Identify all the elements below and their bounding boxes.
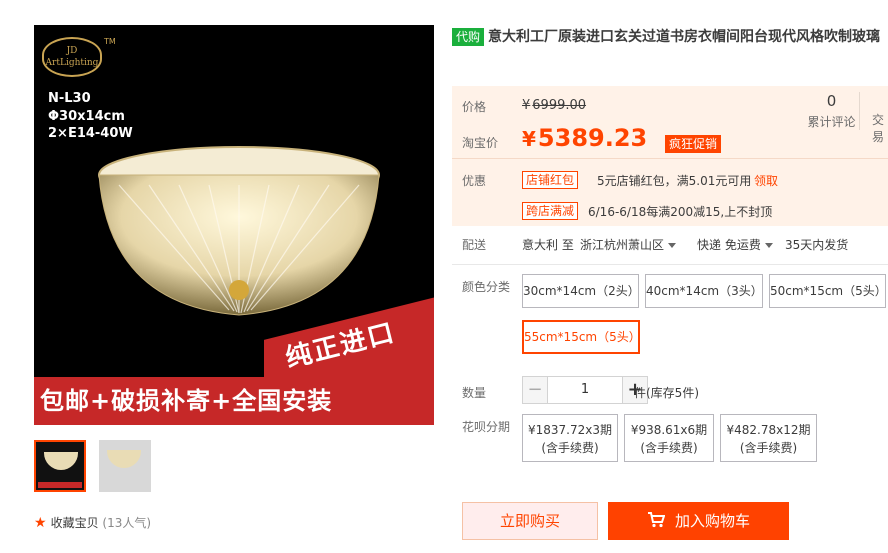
option-55cm-selected[interactable]: 55cm*15cm（5头） [522, 320, 641, 354]
promo-banner: 包邮+破损补寄+全国安装 [34, 377, 434, 425]
spec-model: N-L30 [48, 91, 91, 106]
cart-icon [647, 512, 666, 528]
installment-fee: (含手续费) [541, 441, 599, 455]
shop-coupon-text: 5元店铺红包，满5.01元可用 [597, 174, 752, 188]
buy-now-button[interactable]: 立即购买 [462, 502, 598, 540]
product-title: 意大利工厂原装进口玄关过道书房衣帽间阳台现代风格吹制玻璃 [488, 29, 881, 45]
installment-amount: ¥1837.72x3期 [528, 423, 612, 437]
offers-label: 优惠 [462, 174, 487, 188]
promo-badge: 疯狂促销 [665, 135, 722, 153]
review-label: 累计评论 [807, 115, 856, 129]
installment-12[interactable]: ¥482.78x12期 (含手续费) [720, 414, 817, 462]
favorite-count: (13人气) [102, 516, 152, 530]
decrease-button[interactable]: − [522, 376, 548, 404]
delivery-label: 配送 [462, 238, 487, 252]
thumbnail-lamp-icon [44, 452, 78, 470]
price-panel: 价格 ¥6999.00 淘宝价 ¥5389.23 疯狂促销 0 累计评论 交易 … [452, 86, 888, 226]
deals-label[interactable]: 交易 [872, 111, 888, 145]
cross-store-text: 6/16-6/18每满200减15,上不封顶 [588, 205, 773, 219]
thumbnail-2[interactable] [99, 440, 151, 492]
option-50cm[interactable]: 50cm*15cm（5头） [769, 274, 887, 308]
chevron-down-icon [668, 243, 677, 248]
brand-logo: JD ArtLighting [42, 37, 102, 77]
favorite-label: 收藏宝贝 [50, 516, 99, 530]
product-title-block: 代购 意大利工厂原装进口玄关过道书房衣帽间阳台现代风格吹制玻璃 [452, 26, 888, 48]
main-product-image[interactable]: JD ArtLighting TM N-L30 Φ30x14cm 2×E14-40… [34, 25, 434, 425]
star-icon: ★ [34, 515, 47, 531]
review-stats[interactable]: 0 累计评论 [804, 92, 860, 130]
trademark-mark: TM [104, 37, 116, 46]
taobao-price-label: 淘宝价 [462, 136, 499, 150]
add-to-cart-button[interactable]: 加入购物车 [608, 502, 789, 540]
taobao-price: ¥5389.23 [522, 124, 648, 152]
option-40cm[interactable]: 40cm*14cm（3头） [645, 274, 763, 308]
proxy-purchase-tag: 代购 [452, 28, 485, 46]
thumbnail-1[interactable] [34, 440, 86, 492]
shop-coupon-tag: 店铺红包 [522, 171, 579, 189]
price-divider [452, 158, 888, 159]
color-options-label: 颜色分类 [462, 280, 511, 294]
review-count: 0 [826, 92, 837, 110]
installment-fee: (含手续费) [739, 441, 798, 455]
dispatch-time: 35天内发货 [785, 238, 849, 252]
stock-text: 件(库存5件) [634, 386, 699, 400]
installment-amount: ¥938.61x6期 [630, 423, 708, 437]
installment-label: 花呗分期 [462, 420, 511, 434]
thumbnail-lamp-icon [107, 450, 141, 468]
installment-3[interactable]: ¥1837.72x3期 (含手续费) [522, 414, 618, 462]
divider [452, 264, 888, 265]
lamp-illustration [98, 146, 380, 316]
option-30cm[interactable]: 30cm*14cm（2头） [522, 274, 640, 308]
thumbnail-banner [38, 482, 82, 488]
installment-fee: (含手续费) [640, 441, 698, 455]
original-price-label: 价格 [462, 100, 487, 114]
claim-coupon-link[interactable]: 领取 [754, 172, 778, 189]
delivery-from: 意大利 至 [522, 238, 574, 252]
chevron-down-icon [764, 243, 773, 248]
quantity-input[interactable]: 1 [548, 376, 622, 404]
shipping-method[interactable]: 快递 免运费 [697, 236, 773, 253]
quantity-label: 数量 [462, 386, 487, 400]
delivery-destination[interactable]: 浙江杭州萧山区 [580, 236, 677, 253]
original-price: ¥6999.00 [522, 98, 587, 113]
spec-size: Φ30x14cm [48, 109, 125, 124]
cross-store-tag: 跨店满减 [522, 202, 579, 220]
add-to-cart-label: 加入购物车 [674, 512, 750, 530]
installment-6[interactable]: ¥938.61x6期 (含手续费) [624, 414, 714, 462]
favorite-item[interactable]: ★ 收藏宝贝 (13人气) [34, 514, 151, 531]
installment-amount: ¥482.78x12期 [726, 423, 811, 437]
